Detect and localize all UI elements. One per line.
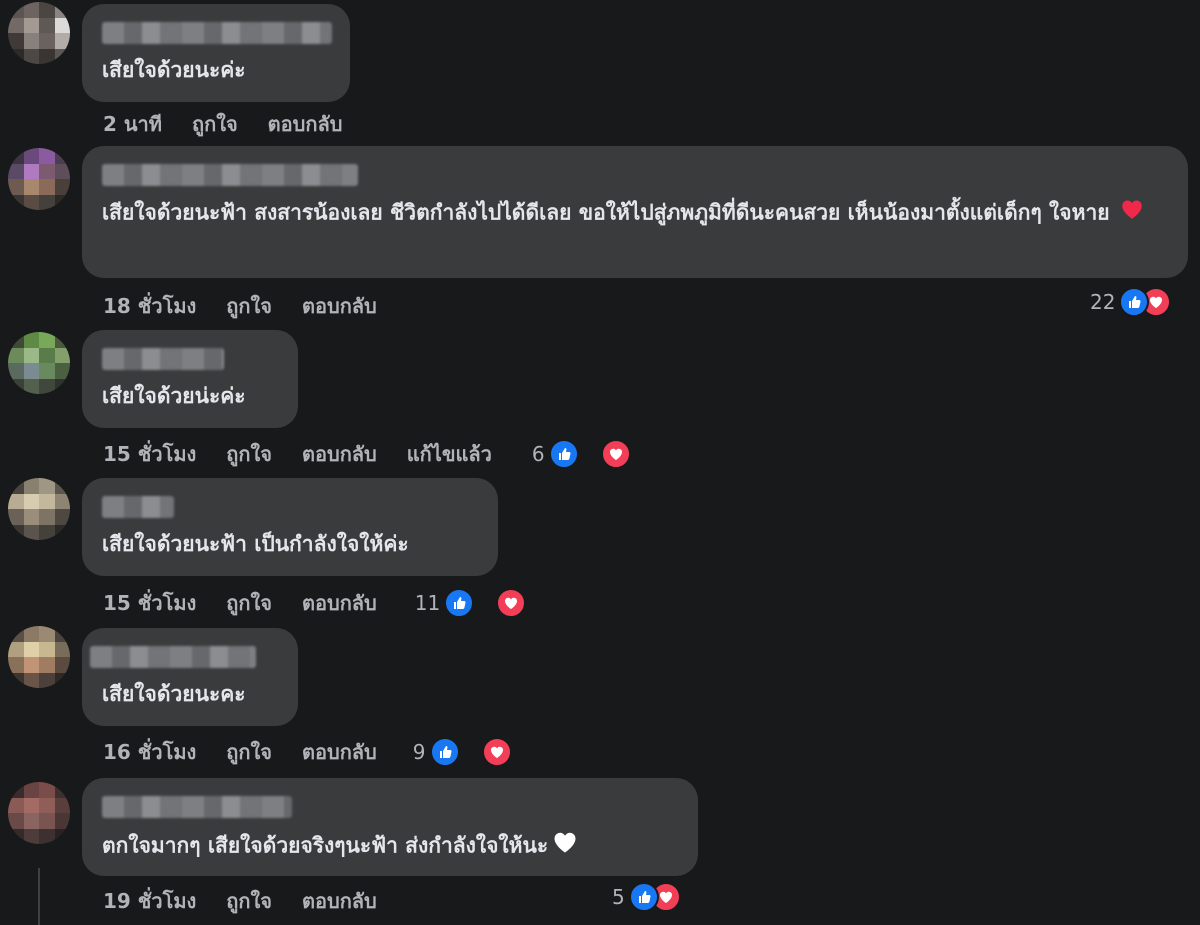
author-name-blurred[interactable] bbox=[102, 496, 174, 518]
comment-bubble: เสียใจด้วยน่ะค่ะ bbox=[82, 330, 298, 428]
love-icon bbox=[600, 439, 631, 469]
comment-text: เสียใจด้วยน่ะค่ะ bbox=[102, 384, 246, 408]
reaction-summary[interactable]: 6 bbox=[532, 439, 661, 469]
comment-text: เสียใจด้วยนะฟ้า เป็นกำลังใจให้ค่ะ bbox=[102, 532, 409, 556]
like-icon bbox=[429, 737, 460, 767]
comment-time[interactable]: 15 ชั่วโมง bbox=[103, 438, 196, 470]
reaction-count: 5 bbox=[612, 885, 625, 909]
comment-text-content: เสียใจด้วยนะฟ้า สงสารน้องเลย ชีวิตกำลังไ… bbox=[102, 200, 1110, 225]
like-action[interactable]: ถูกใจ bbox=[226, 736, 272, 768]
reaction-summary[interactable]: 11 bbox=[415, 588, 556, 618]
comment-time[interactable]: 16 ชั่วโมง bbox=[103, 736, 196, 768]
like-icon bbox=[444, 588, 475, 618]
avatar[interactable] bbox=[8, 148, 70, 210]
author-name-blurred[interactable] bbox=[102, 22, 332, 44]
reply-thread-line bbox=[38, 868, 40, 925]
comment-time[interactable]: 18 ชั่วโมง bbox=[103, 290, 196, 322]
comment-text-content: ตกใจมากๆ เสียใจด้วยจริงๆนะฟ้า ส่งกำลังใจ… bbox=[102, 833, 549, 858]
white-heart-icon bbox=[550, 828, 580, 865]
comment-meta: 15 ชั่วโมง ถูกใจ ตอบกลับ 11 bbox=[103, 587, 556, 619]
author-name-blurred[interactable] bbox=[102, 796, 292, 818]
reply-action[interactable]: ตอบกลับ bbox=[302, 587, 377, 619]
comment-text: เสียใจด้วยนะคะ bbox=[102, 682, 246, 706]
reply-action[interactable]: ตอบกลับ bbox=[302, 290, 377, 322]
reaction-summary[interactable]: 5 bbox=[612, 882, 681, 912]
like-action[interactable]: ถูกใจ bbox=[226, 587, 272, 619]
like-action[interactable]: ถูกใจ bbox=[226, 438, 272, 470]
comment-time[interactable]: 2 นาที bbox=[103, 108, 162, 140]
comment-time[interactable]: 15 ชั่วโมง bbox=[103, 587, 196, 619]
comment-meta: 2 นาที ถูกใจ ตอบกลับ bbox=[103, 108, 372, 140]
like-action[interactable]: ถูกใจ bbox=[226, 290, 272, 322]
comment-time[interactable]: 19 ชั่วโมง bbox=[103, 885, 196, 917]
reply-action[interactable]: ตอบกลับ bbox=[302, 885, 377, 917]
comment-text: ตกใจมากๆ เสียใจด้วยจริงๆนะฟ้า ส่งกำลังใจ… bbox=[102, 828, 678, 865]
author-name-blurred[interactable] bbox=[102, 164, 358, 186]
comment-meta: 19 ชั่วโมง ถูกใจ ตอบกลับ bbox=[103, 885, 407, 917]
comment-bubble: เสียใจด้วยนะค่ะ bbox=[82, 4, 350, 102]
reply-action[interactable]: ตอบกลับ bbox=[302, 438, 377, 470]
avatar[interactable] bbox=[8, 332, 70, 394]
reply-action[interactable]: ตอบกลับ bbox=[268, 108, 343, 140]
like-action[interactable]: ถูกใจ bbox=[192, 108, 238, 140]
edited-label[interactable]: แก้ไขแล้ว bbox=[407, 438, 492, 470]
reaction-count: 9 bbox=[412, 740, 426, 764]
reaction-count: 22 bbox=[1090, 290, 1116, 314]
comment-meta: 16 ชั่วโมง ถูกใจ ตอบกลับ 9 bbox=[103, 736, 542, 768]
like-icon bbox=[628, 882, 659, 912]
reaction-count: 11 bbox=[414, 591, 441, 615]
avatar[interactable] bbox=[8, 626, 70, 688]
reply-action[interactable]: ตอบกลับ bbox=[302, 736, 377, 768]
comment-meta: 18 ชั่วโมง ถูกใจ ตอบกลับ bbox=[103, 290, 407, 322]
comment-bubble: เสียใจด้วยนะฟ้า สงสารน้องเลย ชีวิตกำลังไ… bbox=[82, 146, 1188, 278]
reaction-summary[interactable]: 9 bbox=[413, 737, 542, 767]
comment-text: เสียใจด้วยนะค่ะ bbox=[102, 58, 246, 82]
author-name-blurred[interactable] bbox=[102, 348, 224, 370]
reaction-count: 6 bbox=[531, 442, 545, 466]
comment-bubble: เสียใจด้วยนะคะ bbox=[82, 628, 298, 726]
like-action[interactable]: ถูกใจ bbox=[226, 885, 272, 917]
comment-bubble: ตกใจมากๆ เสียใจด้วยจริงๆนะฟ้า ส่งกำลังใจ… bbox=[82, 778, 698, 876]
avatar[interactable] bbox=[8, 478, 70, 540]
avatar[interactable] bbox=[8, 782, 70, 844]
love-icon bbox=[496, 588, 527, 618]
reaction-summary[interactable]: 22 bbox=[1090, 287, 1172, 317]
comment-text: เสียใจด้วยนะฟ้า สงสารน้องเลย ชีวิตกำลังไ… bbox=[102, 196, 1152, 231]
comment-bubble: เสียใจด้วยนะฟ้า เป็นกำลังใจให้ค่ะ bbox=[82, 478, 498, 576]
comment-meta: 15 ชั่วโมง ถูกใจ ตอบกลับ แก้ไขแล้ว 6 bbox=[103, 438, 661, 470]
avatar[interactable] bbox=[8, 2, 70, 64]
author-name-blurred[interactable] bbox=[90, 646, 256, 668]
love-icon bbox=[481, 737, 512, 767]
like-icon bbox=[548, 439, 579, 469]
red-heart-icon bbox=[1118, 196, 1146, 231]
